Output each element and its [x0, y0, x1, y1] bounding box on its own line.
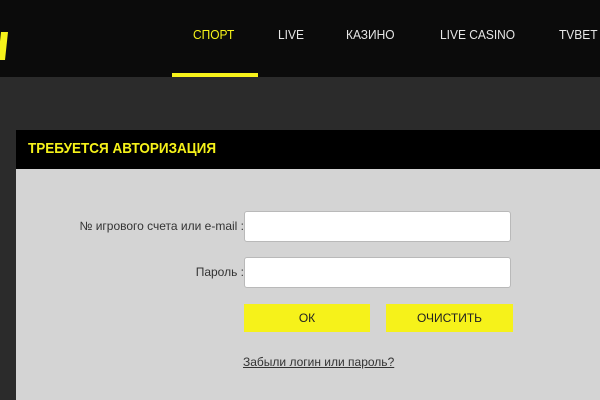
main-nav: СПОРТ LIVE КАЗИНО LIVE CASINO TVBET	[0, 0, 600, 77]
nav-item-live[interactable]: LIVE	[278, 25, 304, 45]
login-panel: ТРЕБУЕТСЯ АВТОРИЗАЦИЯ № игрового счета и…	[16, 130, 600, 400]
clear-button[interactable]: ОЧИСТИТЬ	[386, 304, 513, 332]
account-field-label: № игрового счета или e-mail :	[79, 219, 244, 233]
ok-button[interactable]: ОК	[244, 304, 370, 332]
nav-item-live-casino[interactable]: LIVE CASINO	[440, 25, 515, 45]
password-input[interactable]	[244, 257, 511, 288]
account-or-email-input[interactable]	[244, 211, 511, 242]
nav-item-sport[interactable]: СПОРТ	[193, 25, 234, 45]
active-nav-indicator	[172, 73, 258, 77]
login-panel-title: ТРЕБУЕТСЯ АВТОРИЗАЦИЯ	[28, 140, 217, 157]
nav-item-tvbet[interactable]: TVBET	[559, 25, 598, 45]
password-field-label: Пароль :	[195, 265, 244, 279]
forgot-login-link[interactable]: Забыли логин или пароль?	[243, 355, 394, 369]
nav-item-casino[interactable]: КАЗИНО	[346, 25, 395, 45]
login-panel-header: ТРЕБУЕТСЯ АВТОРИЗАЦИЯ	[16, 130, 600, 169]
top-navigation-bar: СПОРТ LIVE КАЗИНО LIVE CASINO TVBET	[0, 0, 600, 77]
